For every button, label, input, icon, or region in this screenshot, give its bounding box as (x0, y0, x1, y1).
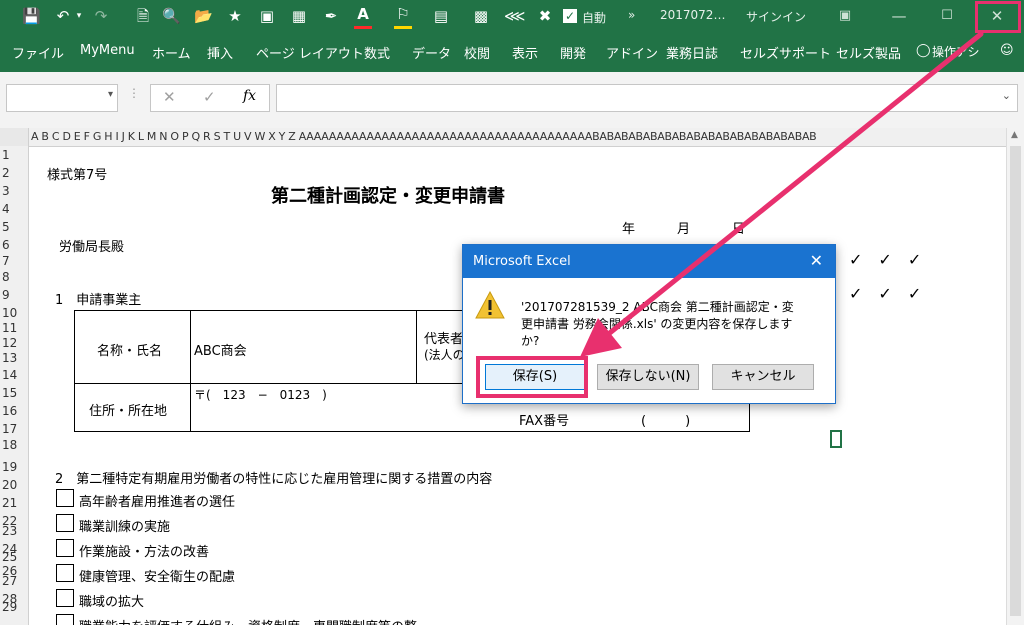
annotation-arrow (580, 31, 984, 357)
